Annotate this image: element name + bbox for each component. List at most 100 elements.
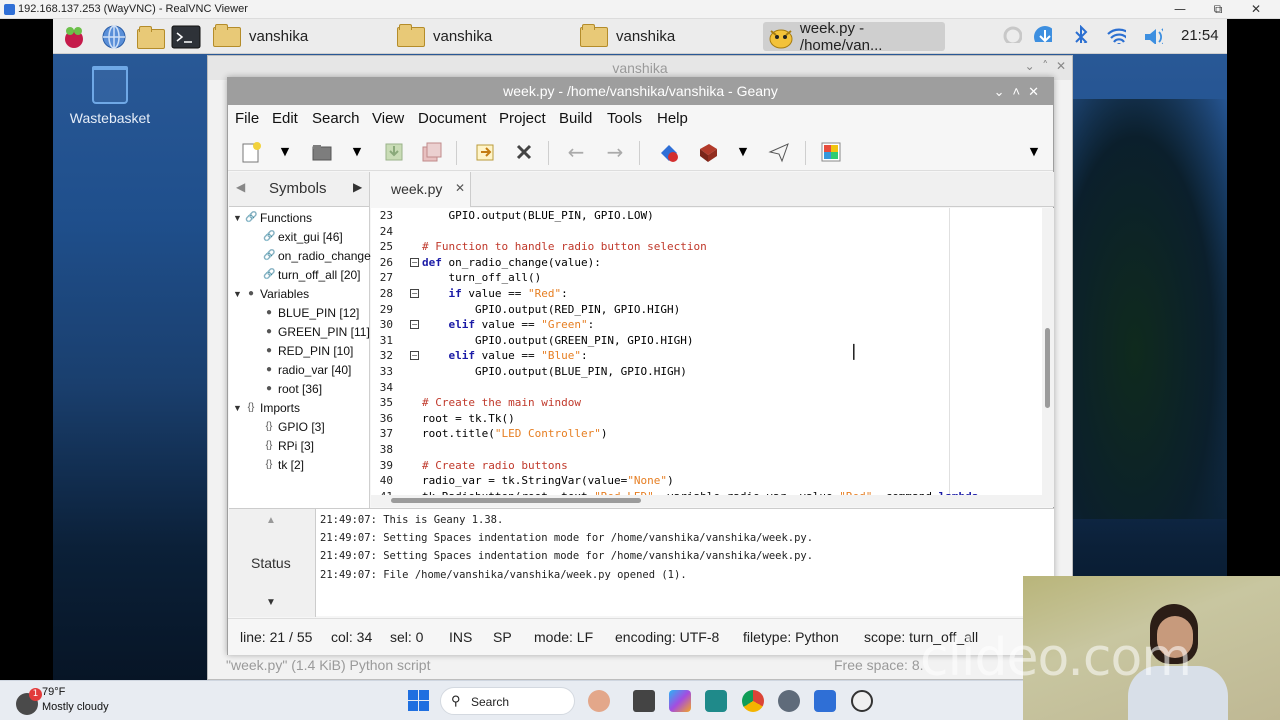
menu-tools[interactable]: Tools (607, 110, 642, 127)
file-manager-window-controls[interactable]: ⌄ ˄ ✕ (1025, 59, 1066, 73)
navigate-back-icon[interactable]: ← (565, 141, 587, 163)
code-line-35: # Create the main window (422, 396, 581, 410)
tree-item-variable[interactable]: ● root [36] (263, 379, 322, 398)
taskbar-window-vanshika-3[interactable]: vanshika (580, 22, 750, 51)
realvnc-taskbar-icon[interactable] (814, 690, 836, 712)
file-manager-launcher-icon[interactable] (137, 26, 165, 49)
vnc-close-button[interactable]: ✕ (1238, 1, 1274, 18)
terminal-launcher-icon[interactable] (171, 25, 201, 49)
tree-group-functions[interactable]: ▼ 🔗 Functions (233, 208, 312, 227)
task-view-icon[interactable] (633, 690, 655, 712)
menubar: File Edit Search View Document Project B… (228, 106, 1053, 132)
sidebar-prev-tab-icon[interactable]: ◀ (236, 180, 245, 194)
menu-help[interactable]: Help (657, 110, 688, 127)
tree-item-import[interactable]: {} GPIO [3] (263, 417, 325, 436)
scrollbar-thumb[interactable] (1045, 328, 1050, 408)
editor-horizontal-scrollbar[interactable] (371, 495, 1054, 507)
close-file-icon[interactable] (513, 141, 535, 163)
teams-chat-icon[interactable] (705, 690, 727, 712)
build-dropdown-icon[interactable]: ▼ (732, 141, 754, 163)
tree-group-imports[interactable]: ▼ {} Imports (233, 398, 300, 417)
tree-item-import[interactable]: {} RPi [3] (263, 436, 314, 455)
volume-icon[interactable] (1143, 26, 1163, 44)
sync-icon[interactable] (1002, 25, 1022, 43)
save-icon[interactable] (383, 141, 405, 163)
save-all-icon[interactable] (421, 141, 443, 163)
menu-document[interactable]: Document (418, 110, 486, 127)
taskbar-window-vanshika-2[interactable]: vanshika (397, 22, 567, 51)
collapse-arrow-icon[interactable]: ▼ (233, 289, 245, 299)
tree-item-function[interactable]: 🔗 on_radio_change (263, 246, 371, 265)
code-editor[interactable]: 23 24 25 26 27 28 29 30 31 32 33 34 35 3… (371, 208, 1054, 495)
copilot-icon[interactable] (669, 690, 691, 712)
tab-symbols[interactable]: Symbols (269, 180, 327, 197)
menu-view[interactable]: View (372, 110, 404, 127)
taskbar-window-geany[interactable]: week.py - /home/van... (763, 20, 945, 54)
fold-marker-icon[interactable]: − (410, 351, 419, 360)
fold-marker-icon[interactable]: − (410, 258, 419, 267)
fold-marker-icon[interactable]: − (410, 289, 419, 298)
bluetooth-icon[interactable] (1072, 25, 1092, 43)
close-tab-icon[interactable]: ✕ (455, 181, 465, 195)
geany-titlebar[interactable]: week.py - /home/vanshika/vanshika - Gean… (228, 78, 1053, 105)
collapse-arrow-icon[interactable]: ▼ (233, 403, 245, 413)
github-desktop-icon[interactable] (851, 690, 873, 712)
tab-status[interactable]: Status (251, 555, 291, 571)
taskbar-window-vanshika-1[interactable]: vanshika (213, 22, 383, 51)
settings-gear-icon[interactable] (778, 690, 800, 712)
collapse-arrow-icon[interactable]: ▼ (233, 213, 245, 223)
tab-week-py[interactable]: week.py ✕ (371, 172, 471, 207)
sidebar-next-tab-icon[interactable]: ▶ (353, 180, 362, 194)
tab-scroll-down-icon[interactable]: ▼ (266, 597, 276, 608)
weather-condition: Mostly cloudy (42, 701, 109, 713)
raspberry-menu-icon[interactable] (61, 24, 87, 50)
new-file-icon[interactable] (240, 141, 262, 163)
tree-item-label: BLUE_PIN [12] (278, 305, 360, 320)
wastebasket-desktop-icon[interactable]: Wastebasket (62, 66, 158, 126)
tree-item-import[interactable]: {} tk [2] (263, 455, 304, 474)
new-from-template-dropdown-icon[interactable]: ▼ (274, 141, 296, 163)
menu-edit[interactable]: Edit (272, 110, 298, 127)
line-number: 32 (379, 349, 393, 363)
toolbar-overflow-dropdown-icon[interactable]: ▼ (1023, 141, 1045, 163)
vnc-minimize-button[interactable]: — (1162, 1, 1198, 18)
windows-start-button[interactable] (408, 690, 429, 711)
open-file-icon[interactable] (311, 141, 333, 163)
menu-project[interactable]: Project (499, 110, 546, 127)
recent-files-dropdown-icon[interactable]: ▼ (346, 141, 368, 163)
scrollbar-thumb[interactable] (391, 498, 641, 503)
tree-item-function[interactable]: 🔗 turn_off_all [20] (263, 265, 361, 284)
code-line-23: GPIO.output(BLUE_PIN, GPIO.LOW) (422, 209, 654, 222)
execute-icon[interactable] (768, 141, 790, 163)
revert-file-icon[interactable] (474, 141, 496, 163)
geany-window-controls[interactable]: ⌄˄✕ (994, 78, 1047, 105)
compile-icon[interactable] (658, 141, 680, 163)
download-updates-icon[interactable] (1032, 24, 1052, 42)
tree-item-variable[interactable]: ● RED_PIN [10] (263, 341, 353, 360)
import-group-icon: {} (247, 402, 255, 413)
windows-search-box[interactable]: ⚲ Search (440, 687, 575, 715)
tab-scroll-up-icon[interactable]: ▲ (266, 515, 276, 526)
editor-vertical-scrollbar[interactable] (1042, 208, 1054, 495)
navigate-forward-icon[interactable]: → (604, 141, 626, 163)
tree-item-variable[interactable]: ● GREEN_PIN [11] (263, 322, 370, 341)
build-icon[interactable] (697, 141, 719, 163)
search-highlight-icon[interactable] (588, 690, 610, 712)
folder-icon (213, 23, 241, 47)
taskbar-window-label: vanshika (433, 28, 493, 45)
chrome-icon[interactable] (742, 690, 764, 712)
menu-build[interactable]: Build (559, 110, 592, 127)
tree-item-variable[interactable]: ● BLUE_PIN [12] (263, 303, 359, 322)
fold-marker-icon[interactable]: − (410, 320, 419, 329)
tree-item-variable[interactable]: ● radio_var [40] (263, 360, 351, 379)
menu-search[interactable]: Search (312, 110, 360, 127)
color-chooser-icon[interactable] (820, 141, 842, 163)
taskbar-clock[interactable]: 21:54 (1181, 27, 1219, 44)
tree-group-variables[interactable]: ▼ ● Variables (233, 284, 309, 303)
tree-item-function[interactable]: 🔗 exit_gui [46] (263, 227, 343, 246)
vnc-restore-button[interactable]: ⧉ (1200, 1, 1236, 18)
web-browser-icon[interactable] (101, 24, 127, 50)
fm-free-space: Free space: 8. (834, 657, 924, 673)
menu-file[interactable]: File (235, 110, 259, 127)
wifi-icon[interactable] (1106, 26, 1126, 44)
